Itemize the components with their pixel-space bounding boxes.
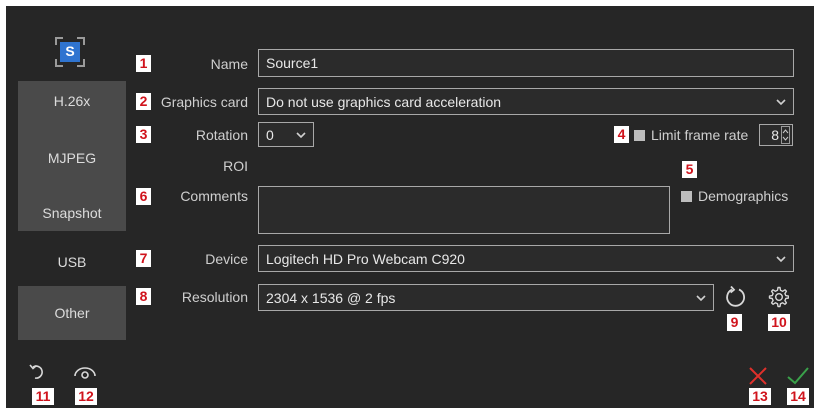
chevron-down-icon xyxy=(776,98,786,105)
name-input[interactable]: Source1 xyxy=(258,49,794,77)
app-logo: S xyxy=(55,37,85,67)
spinner-arrows-icon[interactable] xyxy=(781,126,790,144)
sidebar-item-label: Other xyxy=(54,305,90,321)
gear-icon[interactable] xyxy=(767,286,789,308)
sidebar-item-label: MJPEG xyxy=(47,150,97,166)
eye-icon[interactable] xyxy=(73,363,97,381)
comments-textarea[interactable] xyxy=(258,186,670,234)
sidebar-item-usb[interactable]: USB xyxy=(18,254,126,270)
sidebar-item-snapshot[interactable]: Snapshot xyxy=(18,205,126,221)
roi-label: ROI xyxy=(223,158,248,174)
resolution-value: 2304 x 1536 @ 2 fps xyxy=(266,289,396,306)
sidebar-item-label: USB xyxy=(57,254,87,270)
logo-letter: S xyxy=(65,43,75,59)
resolution-select[interactable]: 2304 x 1536 @ 2 fps xyxy=(258,284,714,311)
callout-badge: 11 xyxy=(32,388,54,405)
callout-badge: 13 xyxy=(749,388,771,405)
demographics-label: Demographics xyxy=(698,188,789,204)
rotation-label: Rotation xyxy=(195,127,248,143)
rotation-value: 0 xyxy=(266,126,274,143)
callout-badge: 5 xyxy=(682,161,697,178)
check-icon[interactable] xyxy=(786,365,810,387)
device-value: Logitech HD Pro Webcam C920 xyxy=(266,250,465,267)
limit-frame-rate-checkbox[interactable] xyxy=(634,130,645,141)
sidebar-item-label: H.26x xyxy=(53,93,91,109)
graphics-card-select[interactable]: Do not use graphics card acceleration xyxy=(258,88,794,115)
limit-frame-rate-label: Limit frame rate xyxy=(651,127,749,143)
graphics-card-value: Do not use graphics card acceleration xyxy=(266,93,502,110)
resolution-label: Resolution xyxy=(181,289,248,305)
demographics-checkbox[interactable] xyxy=(681,191,692,202)
sidebar-item-other[interactable]: Other xyxy=(18,286,126,340)
undo-icon[interactable] xyxy=(28,362,48,382)
sidebar-item-mjpeg[interactable]: MJPEG xyxy=(18,150,126,166)
graphics-card-label: Graphics card xyxy=(160,94,248,110)
frame-rate-value: 8 xyxy=(771,127,779,143)
comments-label: Comments xyxy=(180,188,248,204)
callout-badge: 14 xyxy=(787,388,809,405)
sidebar-item-label: Snapshot xyxy=(42,205,102,221)
device-label: Device xyxy=(205,251,248,267)
chevron-down-icon xyxy=(696,294,706,301)
callout-badge: 12 xyxy=(75,388,97,405)
rotation-select[interactable]: 0 xyxy=(258,122,314,147)
refresh-icon[interactable] xyxy=(724,285,748,309)
device-select[interactable]: Logitech HD Pro Webcam C920 xyxy=(258,245,794,272)
callout-badge: 10 xyxy=(768,314,790,331)
name-label: Name xyxy=(210,56,248,72)
frame-rate-stepper[interactable]: 8 xyxy=(759,124,793,146)
sidebar-item-h26x[interactable]: H.26x xyxy=(18,93,126,109)
callout-badge: 4 xyxy=(614,126,629,143)
chevron-down-icon xyxy=(296,131,306,138)
chevron-down-icon xyxy=(776,255,786,262)
close-icon[interactable] xyxy=(747,365,769,387)
name-input-value: Source1 xyxy=(266,55,319,71)
callout-badge: 9 xyxy=(727,314,742,331)
